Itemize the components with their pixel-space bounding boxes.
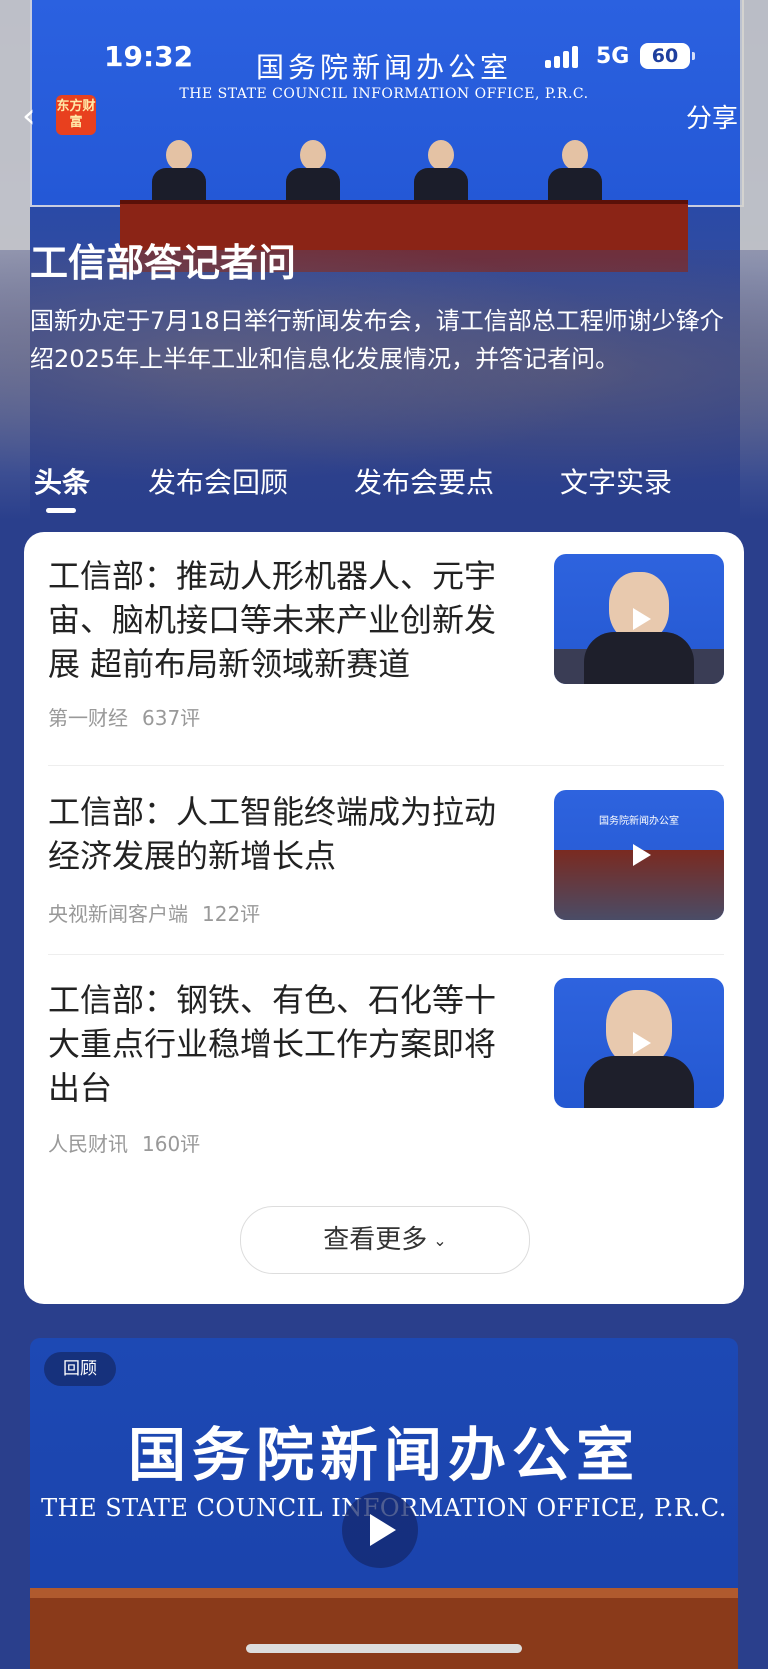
play-icon — [624, 1028, 654, 1058]
news-thumbnail[interactable] — [554, 554, 724, 684]
view-more-button[interactable]: 查看更多 ⌄ — [240, 1206, 530, 1274]
replay-badge: 回顾 — [44, 1352, 116, 1386]
news-title[interactable]: 工信部：钢铁、有色、石化等十大重点行业稳增长工作方案即将出台 — [48, 978, 518, 1110]
replay-chinese-title: 国务院新闻办公室 — [127, 1421, 640, 1489]
home-indicator[interactable] — [246, 1644, 522, 1653]
page-description: 国新办定于7月18日举行新闻发布会，请工信部总工程师谢少锋介绍2025年上半年工… — [30, 307, 724, 373]
divider — [48, 954, 724, 955]
tab-review[interactable]: 发布会回顾 — [148, 461, 288, 501]
news-thumbnail[interactable]: 国务院新闻办公室 — [554, 790, 724, 920]
hero-banner: 国务院新闻办公室 THE STATE COUNCIL INFORMATION O… — [0, 0, 768, 520]
comment-count: 122评 — [202, 902, 261, 926]
news-meta: 人民财讯 160评 — [48, 1128, 200, 1157]
chevron-down-icon: ⌄ — [433, 1230, 447, 1250]
speaker-figure — [286, 140, 340, 200]
tab-bar: 头条 发布会回顾 发布会要点 文字实录 — [0, 455, 768, 515]
speaker-figure — [548, 140, 602, 200]
back-arrow-icon[interactable]: ‹ — [22, 96, 52, 136]
replay-video[interactable]: 回顾 国务院新闻办公室 THE STATE COUNCIL INFORMATIO… — [30, 1338, 738, 1669]
app-logo: 东方财富 — [56, 95, 96, 135]
news-title[interactable]: 工信部：人工智能终端成为拉动经济发展的新增长点 — [48, 790, 518, 878]
signal-icon — [545, 46, 585, 68]
news-thumbnail[interactable] — [554, 978, 724, 1108]
news-card: 工信部：推动人形机器人、元宇宙、脑机接口等未来产业创新发展 超前布局新领域新赛道… — [24, 532, 744, 1304]
play-icon — [624, 840, 654, 870]
comment-count: 160评 — [142, 1132, 201, 1156]
speaker-figure — [152, 140, 206, 200]
tab-headlines[interactable]: 头条 — [34, 461, 90, 501]
play-icon — [624, 604, 654, 634]
news-source: 人民财讯 — [48, 1132, 128, 1156]
share-button[interactable]: 分享 — [686, 98, 738, 135]
divider — [48, 765, 724, 766]
network-type: 5G — [596, 44, 630, 69]
status-bar: 19:32 5G 60 — [0, 0, 768, 110]
comment-count: 637评 — [142, 706, 201, 730]
list-item[interactable]: 工信部：人工智能终端成为拉动经济发展的新增长点 央视新闻客户端 122评 国务院新… — [48, 790, 724, 940]
list-item[interactable]: 工信部：钢铁、有色、石化等十大重点行业稳增长工作方案即将出台 人民财讯 160评 — [48, 978, 724, 1168]
replay-press-table — [30, 1588, 738, 1669]
play-button-icon[interactable] — [342, 1492, 418, 1568]
status-time: 19:32 — [104, 40, 194, 73]
list-item[interactable]: 工信部：推动人形机器人、元宇宙、脑机接口等未来产业创新发展 超前布局新领域新赛道… — [48, 554, 724, 730]
tab-key-points[interactable]: 发布会要点 — [354, 461, 494, 501]
thumbnail-caption: 国务院新闻办公室 — [599, 816, 679, 827]
news-source: 第一财经 — [48, 706, 128, 730]
tab-transcript[interactable]: 文字实录 — [560, 461, 672, 501]
tab-active-indicator — [46, 508, 76, 513]
news-source: 央视新闻客户端 — [48, 902, 188, 926]
speaker-figure — [414, 140, 468, 200]
news-meta: 央视新闻客户端 122评 — [48, 898, 260, 927]
news-meta: 第一财经 637评 — [48, 702, 200, 731]
news-title[interactable]: 工信部：推动人形机器人、元宇宙、脑机接口等未来产业创新发展 超前布局新领域新赛道 — [48, 554, 518, 686]
view-more-label: 查看更多 — [323, 1225, 428, 1255]
battery-icon: 60 — [640, 43, 695, 69]
page-title: 工信部答记者问 — [30, 241, 297, 285]
